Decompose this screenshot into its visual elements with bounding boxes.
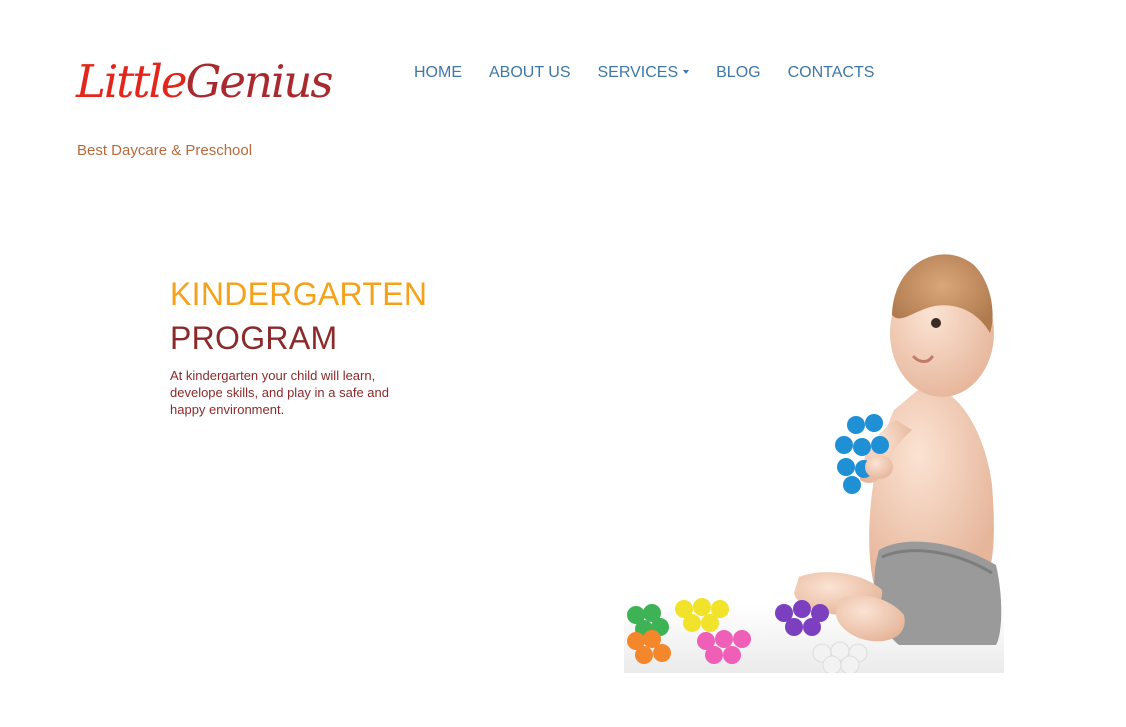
nav-contacts[interactable]: CONTACTS [788, 64, 875, 82]
nav-services[interactable]: SERVICES [598, 64, 690, 82]
hero-title-line2: PROGRAM [170, 320, 338, 356]
main-nav: HOME ABOUT US SERVICES BLOG CONTACTS [414, 64, 874, 82]
hero-description: At kindergarten your child will learn, d… [170, 368, 389, 417]
nav-home[interactable]: HOME [414, 64, 462, 82]
baby-with-toys-image [624, 254, 1004, 673]
nav-about-us[interactable]: ABOUT US [489, 64, 571, 82]
tagline: Best Daycare & Preschool [77, 142, 253, 159]
logo[interactable]: LittleGenius [76, 52, 334, 112]
logo-word-genius: Genius [185, 55, 333, 108]
hero-title-line1: KINDERGARTEN [170, 276, 428, 312]
nav-services-label: SERVICES [597, 64, 679, 81]
caret-down-icon [683, 69, 690, 74]
nav-blog[interactable]: BLOG [716, 64, 760, 82]
hero-text-block: KINDERGARTEN PROGRAM At kindergarten you… [170, 273, 430, 418]
logo-word-little: Little [76, 55, 187, 108]
